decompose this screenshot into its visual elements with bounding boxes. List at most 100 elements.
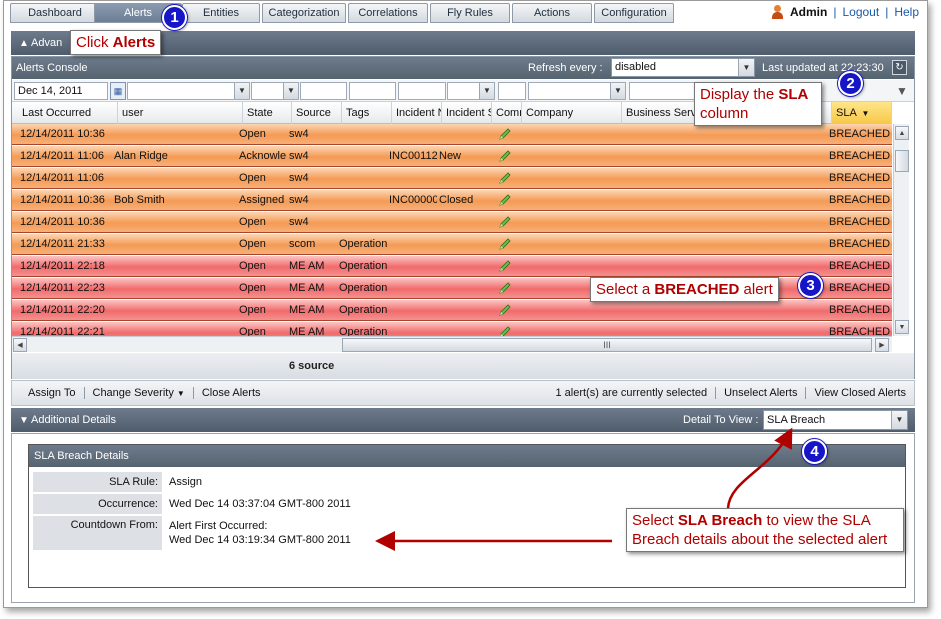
column-incident-status[interactable]: Incident S <box>442 102 492 124</box>
cell-sla: BREACHED <box>829 216 891 228</box>
nav-separator: | <box>885 5 889 19</box>
scroll-left-icon[interactable]: ◀ <box>13 338 27 352</box>
table-row[interactable]: 12/14/2011 22:18 Open ME AM Operation BREACH… <box>12 256 892 277</box>
tab-fly-rules[interactable]: Fly Rules <box>430 3 510 23</box>
company-filter[interactable]: ▼ <box>528 82 626 100</box>
cell-state: Open <box>239 304 266 316</box>
date-filter[interactable]: Dec 14, 2011 <box>14 82 108 100</box>
scroll-thumb[interactable]: III <box>342 338 872 352</box>
comment-pencil-icon[interactable] <box>498 237 512 251</box>
column-company[interactable]: Company <box>522 102 622 124</box>
refresh-select[interactable]: disabled ▼ <box>611 58 755 77</box>
comment-pencil-icon[interactable] <box>498 215 512 229</box>
cell-sla: BREACHED <box>829 128 891 140</box>
cell-state: Assigned <box>239 194 285 206</box>
comment-pencil-icon[interactable] <box>498 281 512 295</box>
column-comment[interactable]: Comn <box>492 102 522 124</box>
column-tags[interactable]: Tags <box>342 102 392 124</box>
comment-pencil-icon[interactable] <box>498 325 512 336</box>
column-user[interactable]: user <box>118 102 243 124</box>
chevron-down-icon[interactable]: ▼ <box>891 411 907 429</box>
cell-incident-no <box>389 212 437 233</box>
source-filter[interactable] <box>300 82 347 100</box>
table-row[interactable]: 12/14/2011 10:36 Open sw4 BREACHED <box>12 212 892 233</box>
scroll-right-icon[interactable]: ▶ <box>875 338 889 352</box>
column-sla[interactable]: SLA ▼ <box>832 102 892 124</box>
scroll-up-icon[interactable]: ▲ <box>895 126 909 140</box>
comment-pencil-icon[interactable] <box>498 127 512 141</box>
unselect-alerts-button[interactable]: Unselect Alerts <box>716 387 807 399</box>
view-closed-alerts-button[interactable]: View Closed Alerts <box>806 387 914 399</box>
table-row[interactable]: 12/14/2011 11:06 Open sw4 BREACHED <box>12 168 892 189</box>
tags-filter[interactable] <box>349 82 396 100</box>
business-service-filter[interactable] <box>629 82 699 100</box>
cell-source: ME AM <box>289 282 325 294</box>
cell-incident-no: INC00000 <box>389 194 437 206</box>
chevron-down-icon[interactable]: ▼ <box>19 415 31 426</box>
change-severity-button[interactable]: Change Severity ▼ <box>85 387 194 399</box>
refresh-icon[interactable]: ↻ <box>892 60 907 75</box>
occurrence-label: Occurrence: <box>33 494 162 514</box>
callout-text: Select <box>632 512 678 529</box>
calendar-icon[interactable]: ▦ <box>110 82 126 100</box>
logout-link[interactable]: Logout <box>842 5 879 19</box>
horizontal-scrollbar[interactable]: ◀ III ▶ <box>12 336 892 352</box>
cell-sla: BREACHED <box>829 238 891 250</box>
incident-no-filter[interactable] <box>398 82 446 100</box>
chevron-down-icon[interactable]: ▼ <box>479 83 494 99</box>
comment-pencil-icon[interactable] <box>498 149 512 163</box>
help-link[interactable]: Help <box>894 5 919 19</box>
chevron-up-icon[interactable]: ▲ <box>19 38 31 49</box>
comment-pencil-icon[interactable] <box>498 303 512 317</box>
filter-icon[interactable]: ▼ <box>896 84 910 98</box>
table-row[interactable]: 12/14/2011 22:21 Open ME AM Operation BREACH… <box>12 322 892 336</box>
cell-time: 12/14/2011 22:21 <box>20 326 105 336</box>
table-row[interactable]: 12/14/2011 11:06 Alan Ridge Acknowle sw4 INC… <box>12 146 892 167</box>
chevron-down-icon[interactable]: ▼ <box>738 59 754 76</box>
comment-filter[interactable] <box>498 82 526 100</box>
user-icon <box>771 5 784 19</box>
close-alerts-button[interactable]: Close Alerts <box>194 387 269 399</box>
column-business-service[interactable]: Business Serv <box>622 102 697 124</box>
alert-rows: 12/14/2011 10:36 Open sw4 BREACHED 12/14/201… <box>12 124 892 336</box>
additional-details-bar[interactable]: ▼ Additional Details Detail To View : SL… <box>11 408 915 432</box>
tab-categorization[interactable]: Categorization <box>262 3 346 23</box>
tab-entities[interactable]: Entities <box>182 3 260 23</box>
vertical-scrollbar[interactable]: ▲ ▼ <box>893 124 909 336</box>
scroll-down-icon[interactable]: ▼ <box>895 320 909 334</box>
comment-pencil-icon[interactable] <box>498 171 512 185</box>
tab-configuration[interactable]: Configuration <box>594 3 674 23</box>
assign-to-button[interactable]: Assign To <box>12 387 85 399</box>
incident-status-filter[interactable]: ▼ <box>447 82 495 100</box>
callout-text: column <box>700 105 749 122</box>
chevron-down-icon: ▼ <box>176 389 185 398</box>
table-row[interactable]: 12/14/2011 21:33 Open scom Operation BREACHE… <box>12 234 892 255</box>
chevron-down-icon[interactable]: ▼ <box>610 83 625 99</box>
user-area: Admin | Logout | Help <box>771 5 919 19</box>
column-source[interactable]: Source <box>292 102 342 124</box>
table-row[interactable]: 12/14/2011 10:36 Open sw4 BREACHED <box>12 124 892 145</box>
chevron-down-icon[interactable]: ▼ <box>283 83 298 99</box>
tab-actions[interactable]: Actions <box>512 3 592 23</box>
cell-time: 12/14/2011 10:36 <box>20 194 105 206</box>
user-filter[interactable]: ▼ <box>127 82 250 100</box>
column-incident-no[interactable]: Incident N <box>392 102 442 124</box>
countdown-value-line2: Wed Dec 14 03:19:34 GMT-800 2011 <box>169 534 351 546</box>
cell-state: Open <box>239 216 266 228</box>
comment-pencil-icon[interactable] <box>498 193 512 207</box>
state-filter[interactable]: ▼ <box>251 82 299 100</box>
comment-pencil-icon[interactable] <box>498 259 512 273</box>
table-row[interactable]: 12/14/2011 10:36 Bob Smith Assigned sw4 INC0… <box>12 190 892 211</box>
detail-to-view-select[interactable]: SLA Breach ▼ <box>763 410 908 430</box>
cell-source: scom <box>289 238 316 250</box>
cell-user: Alan Ridge <box>114 150 168 162</box>
tab-dashboard[interactable]: Dashboard <box>10 3 100 23</box>
column-state[interactable]: State <box>243 102 292 124</box>
table-row[interactable]: 12/14/2011 22:20 Open ME AM Operation BREACH… <box>12 300 892 321</box>
scroll-thumb[interactable] <box>895 150 909 172</box>
action-bar: Assign To Change Severity ▼ Close Alerts… <box>11 380 915 406</box>
column-last-occurred[interactable]: Last Occurred <box>12 102 118 124</box>
chevron-down-icon[interactable]: ▼ <box>234 83 249 99</box>
tab-correlations[interactable]: Correlations <box>348 3 428 23</box>
detail-to-view-value: SLA Breach <box>767 414 826 426</box>
